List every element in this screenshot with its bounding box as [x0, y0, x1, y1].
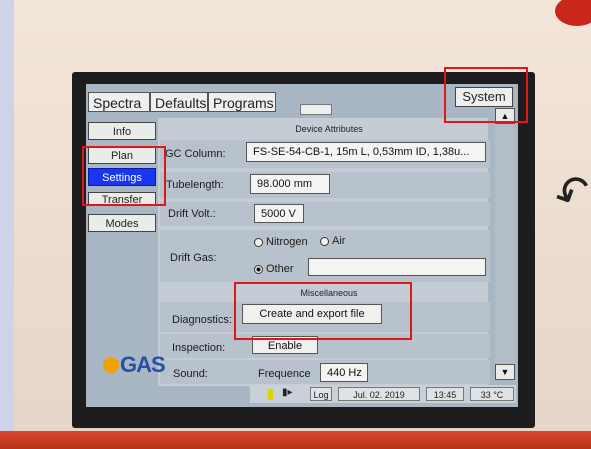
radio-other-dot [254, 264, 263, 274]
tab-blank [300, 104, 332, 115]
battery-icon [268, 389, 273, 400]
gc-column-field[interactable]: FS-SE-54-CB-1, 15m L, 0,53mm ID, 1,38u..… [246, 142, 486, 162]
create-export-file-button[interactable]: Create and export file [242, 304, 382, 324]
frequence-field[interactable]: 440 Hz [320, 363, 368, 382]
bottom-strip [0, 431, 591, 449]
radio-air-dot [320, 236, 329, 246]
radio-other-label: Other [266, 263, 294, 275]
status-temp: 33 °C [470, 387, 514, 401]
gc-column-label: GC Column: [165, 148, 226, 160]
radio-air[interactable]: Air [320, 235, 345, 247]
status-date: Jul. 02. 2019 [338, 387, 420, 401]
other-gas-field[interactable] [308, 258, 486, 276]
side-settings-button[interactable]: Settings [88, 168, 156, 186]
tab-defaults[interactable]: Defaults [150, 92, 208, 112]
logo-text: GAS [120, 352, 166, 377]
scroll-down-arrow-icon[interactable]: ▼ [495, 364, 515, 380]
side-modes-button[interactable]: Modes [88, 214, 156, 232]
radio-air-label: Air [332, 235, 346, 247]
side-transfer-button[interactable]: Transfer [88, 192, 156, 206]
gas-logo: GAS [103, 352, 166, 378]
scroll-up-arrow-icon[interactable]: ▲ [495, 108, 515, 124]
tubelength-field[interactable]: 98.000 mm [250, 174, 330, 194]
diagnostics-label: Diagnostics: [172, 314, 232, 326]
tubelength-label: Tubelength: [166, 179, 224, 191]
left-edge [0, 0, 14, 449]
radio-nitrogen-dot [254, 237, 263, 247]
plug-icon: ▮▸ [282, 387, 293, 398]
radio-other[interactable]: Other [254, 263, 294, 275]
device-attributes-header: Device Attributes [295, 124, 363, 134]
frequence-label: Frequence [258, 368, 311, 380]
drift-gas-label: Drift Gas: [170, 252, 217, 264]
status-time: 13:45 [426, 387, 464, 401]
tab-system[interactable]: System [455, 87, 513, 107]
tab-programs[interactable]: Programs [208, 92, 276, 112]
miscellaneous-header: Miscellaneous [300, 288, 358, 298]
logo-dot-icon [103, 357, 119, 373]
sound-label: Sound: [173, 368, 208, 380]
side-info-button[interactable]: Info [88, 122, 156, 140]
inspection-enable-button[interactable]: Enable [252, 336, 318, 354]
scrollbar[interactable] [495, 108, 515, 380]
drift-volt-label: Drift Volt.: [168, 208, 216, 220]
log-button[interactable]: Log [310, 387, 332, 401]
inspection-label: Inspection: [172, 342, 226, 354]
radio-nitrogen[interactable]: Nitrogen [254, 236, 308, 248]
radio-nitrogen-label: Nitrogen [266, 236, 308, 248]
tab-spectra[interactable]: Spectra [88, 92, 150, 112]
side-plan-button[interactable]: Plan [88, 146, 156, 164]
drift-volt-field[interactable]: 5000 V [254, 204, 304, 223]
